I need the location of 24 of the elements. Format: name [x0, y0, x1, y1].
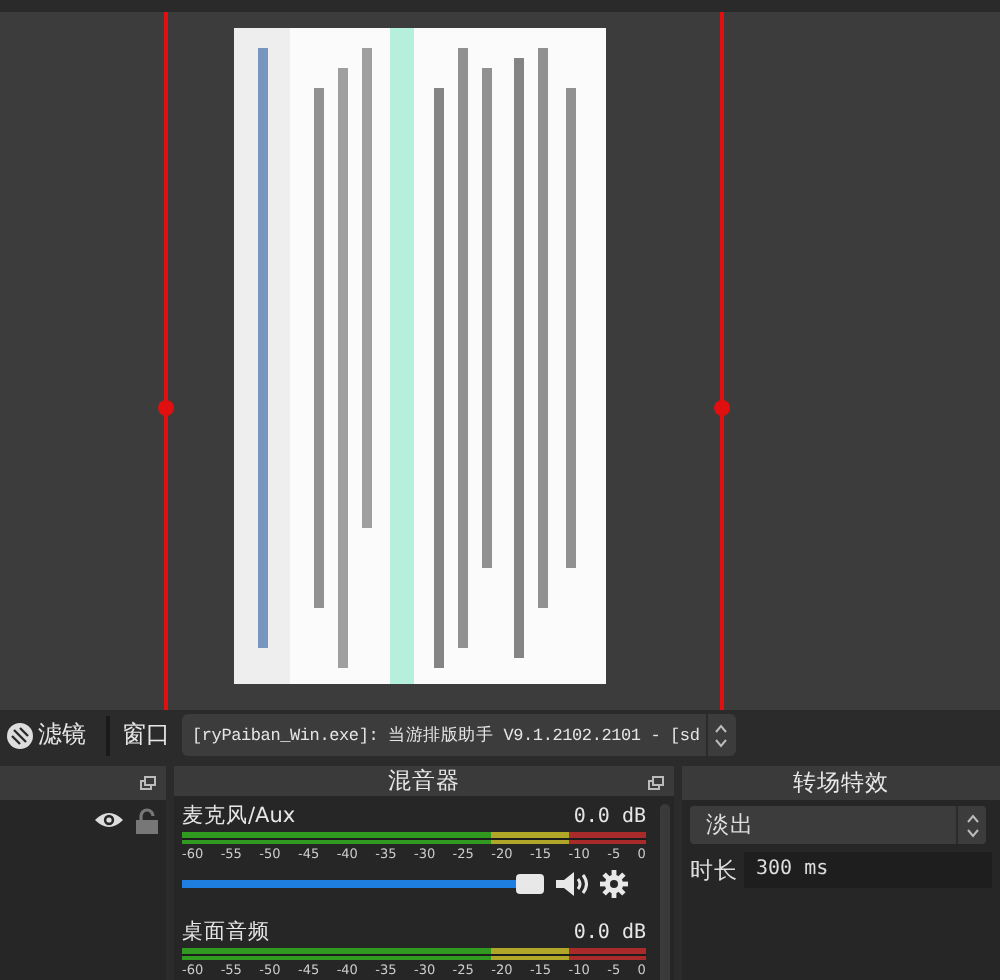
transition-select[interactable]: 淡出	[690, 806, 986, 844]
settings-icon[interactable]	[600, 870, 628, 898]
float-icon[interactable]	[140, 776, 156, 790]
float-icon[interactable]	[648, 776, 664, 790]
duration-label: 时长	[690, 855, 738, 885]
volume-slider[interactable]	[182, 874, 544, 894]
channel-name: 桌面音频	[182, 920, 270, 946]
unlock-icon[interactable]	[136, 807, 158, 833]
window-select[interactable]: [ryPaiban_Win.exe]: 当游排版助手 V9.1.2102.2101 - [sd	[182, 714, 736, 756]
volume-reading: 0.0 dB	[573, 804, 646, 830]
spinner-icon[interactable]	[965, 813, 979, 837]
transform-box-drawing[interactable]	[158, 12, 730, 710]
mixer-title: 混音器	[388, 766, 460, 796]
volume-reading: 0.0 dB	[573, 920, 646, 946]
spinner-icon[interactable]	[714, 723, 729, 747]
duration-field[interactable]: 300 ms	[744, 852, 992, 888]
slider-thumb[interactable]	[516, 874, 544, 894]
eye-icon[interactable]	[94, 810, 124, 830]
filters-button[interactable]: 滤镜	[0, 718, 98, 752]
transitions-title: 转场特效	[793, 768, 889, 798]
channel-name: 麦克风/Aux	[182, 804, 296, 830]
filter-icon	[6, 721, 34, 749]
speaker-icon[interactable]	[554, 870, 590, 898]
window-label: 窗口	[122, 718, 170, 752]
